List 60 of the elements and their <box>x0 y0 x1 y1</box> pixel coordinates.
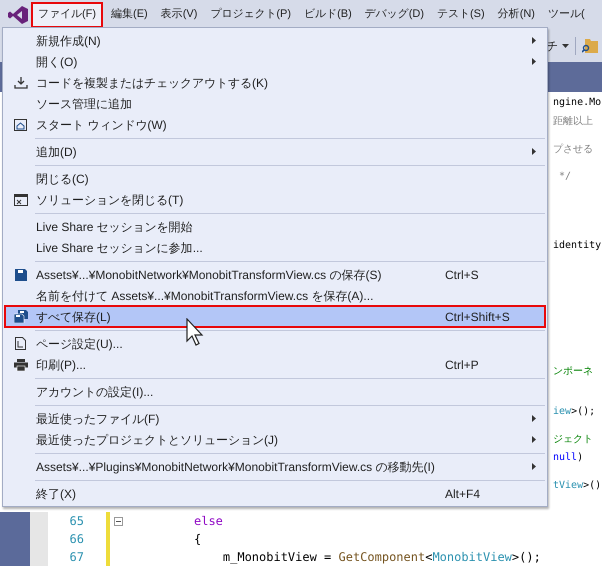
save-all-icon <box>14 310 28 323</box>
code-text: ンポーネ <box>553 365 594 379</box>
menu-item[interactable]: 名前を付けて Assets¥...¥MonobitTransformView.cs を保存(A)... <box>5 285 545 306</box>
menu-item[interactable]: 開く(O) <box>5 51 545 72</box>
printer-icon <box>14 358 28 370</box>
code-line: m_MonobitView = GetComponent<MonobitView>(); <box>222 549 541 566</box>
caret-icon <box>562 44 569 48</box>
side-panel <box>0 512 30 566</box>
collapse-icon[interactable] <box>114 516 122 526</box>
menu-item[interactable]: 閉じる(C) <box>5 168 545 189</box>
code-text: */ <box>558 170 572 184</box>
editor-gutter <box>30 512 48 566</box>
menu-item[interactable]: スタート ウィンドウ(W) <box>5 114 545 135</box>
menu-item[interactable]: 追加(D) <box>5 141 545 162</box>
toolbar-dropdown[interactable]: チ <box>546 36 569 54</box>
menu-item[interactable]: 終了(X) Alt+F4 <box>5 483 545 504</box>
menu-item[interactable]: アカウントの設定(I)... <box>5 381 545 402</box>
code-text: 距離以上 <box>553 114 594 129</box>
app-logo-icon <box>8 6 28 24</box>
menu-bar-item[interactable]: プロジェクト(P) <box>205 2 296 28</box>
menu-item[interactable]: ソリューションを閉じる(T) <box>5 189 545 210</box>
menu-bar-item[interactable]: ビルド(B) <box>299 2 357 28</box>
menu-item[interactable]: 最近使ったファイル(F) <box>5 408 545 429</box>
code-text: プさせる <box>553 142 594 157</box>
code-text: iew>(); <box>553 405 596 419</box>
download-icon <box>14 76 28 88</box>
line-number: 65 <box>68 513 84 530</box>
code-text: ngine.Mo <box>553 96 602 110</box>
home-window-icon <box>14 118 27 130</box>
mouse-cursor-icon <box>186 318 204 347</box>
menu-bar-item[interactable]: 分析(N) <box>492 2 540 28</box>
menu-bar-item[interactable]: ファイル(F) <box>31 2 104 28</box>
close-window-icon <box>14 194 28 206</box>
code-line: else <box>194 513 223 530</box>
menu-item[interactable]: Assets¥...¥MonobitNetwork¥MonobitTransformView.cs の保存(S) Ctrl+S <box>5 264 545 285</box>
line-number: 66 <box>68 531 84 548</box>
code-line: { <box>194 531 202 548</box>
menu-item[interactable]: すべて保存(L) Ctrl+Shift+S <box>5 306 545 327</box>
menu-bar-item[interactable]: テスト(S) <box>432 2 490 28</box>
code-text: ジェクト <box>553 433 594 447</box>
menu-item[interactable]: 最近使ったプロジェクトとソリューション(J) <box>5 429 545 450</box>
menu-item[interactable]: Assets¥...¥Plugins¥MonobitNetwork¥MonobitTransformView.cs の移動先(I) <box>5 456 545 477</box>
folder-search-icon[interactable] <box>582 38 598 52</box>
menu-bar-item[interactable]: ツール( <box>542 2 590 28</box>
menu-item[interactable]: Live Share セッションを開始 <box>5 216 545 237</box>
menu-item[interactable]: 新規作成(N) <box>5 30 545 51</box>
menu-item[interactable]: コードを複製またはチェックアウトする(K) <box>5 72 545 93</box>
menu-item[interactable]: ソース管理に追加 <box>5 93 545 114</box>
code-text: identity <box>553 239 602 253</box>
menu-bar-item[interactable]: デバッグ(D) <box>360 2 430 28</box>
menu-bar-item[interactable]: 編集(E) <box>106 2 153 28</box>
page-setup-icon <box>15 337 26 350</box>
menu-item[interactable]: ページ設定(U)... <box>5 333 545 354</box>
code-text: tView>() <box>553 479 602 493</box>
code-text: null) <box>553 451 584 465</box>
menu-bar-item[interactable]: 表示(V) <box>156 2 202 28</box>
menu-item[interactable]: 印刷(P)... Ctrl+P <box>5 354 545 375</box>
menu-item[interactable]: Live Share セッションに参加... <box>5 237 545 258</box>
line-number: 67 <box>68 549 84 566</box>
save-icon <box>14 268 26 280</box>
